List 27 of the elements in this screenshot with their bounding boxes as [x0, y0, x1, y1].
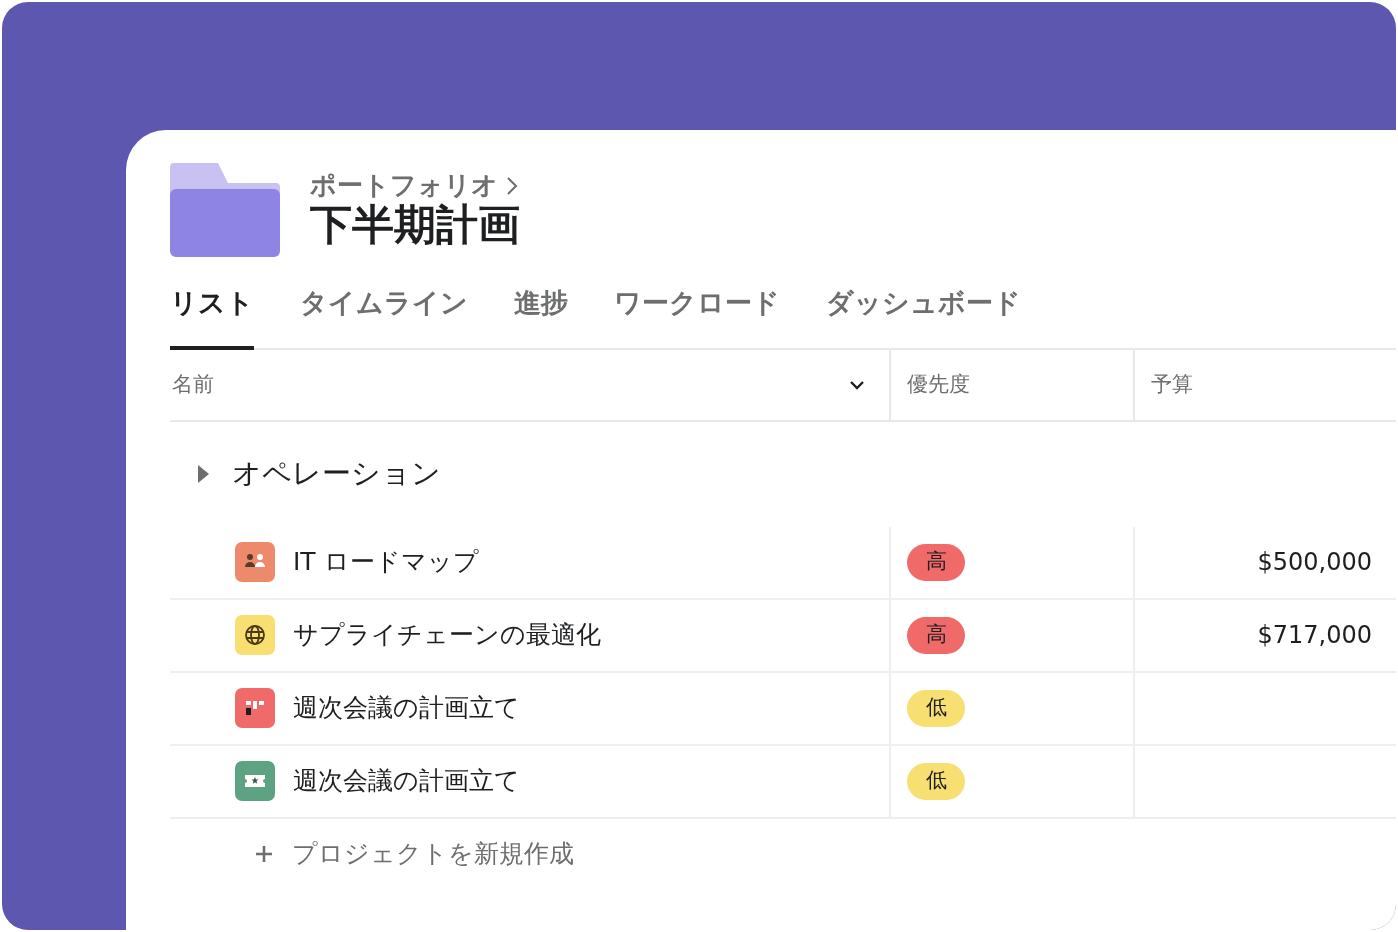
budget-cell: $717,000: [1133, 599, 1396, 673]
priority-tag: 高: [907, 616, 965, 654]
project-name[interactable]: 週次会議の計画立て: [293, 762, 520, 800]
folder-icon: [170, 163, 280, 257]
project-name[interactable]: サプライチェーンの最適化: [293, 616, 601, 654]
page-title: 下半期計画: [310, 201, 520, 250]
project-name[interactable]: 週次会議の計画立て: [293, 689, 520, 727]
chevron-right-icon: [506, 175, 518, 196]
column-header[interactable]: 予算: [1133, 349, 1396, 422]
column-header[interactable]: 優先度: [889, 349, 1133, 422]
add-project-button[interactable]: プロジェクトを新規作成: [170, 818, 1396, 889]
tab[interactable]: ワークロード: [614, 283, 780, 350]
chevron-down-icon[interactable]: [849, 379, 865, 390]
group-header[interactable]: オペレーション: [232, 452, 441, 496]
tab[interactable]: リスト: [170, 283, 254, 350]
tab[interactable]: タイムライン: [300, 283, 468, 350]
breadcrumb-link[interactable]: ポートフォリオ: [310, 170, 498, 202]
column-header[interactable]: 名前: [170, 349, 889, 422]
project-name[interactable]: IT ロードマップ: [293, 543, 479, 581]
priority-tag: 高: [907, 543, 965, 581]
priority-tag: 低: [907, 689, 965, 727]
caret-right-icon[interactable]: [196, 465, 210, 483]
budget-cell: $500,000: [1133, 526, 1396, 600]
plus-icon: [254, 843, 274, 864]
priority-tag: 低: [907, 762, 965, 800]
tab[interactable]: 進捗: [514, 283, 568, 350]
tab[interactable]: ダッシュボード: [826, 283, 1021, 350]
